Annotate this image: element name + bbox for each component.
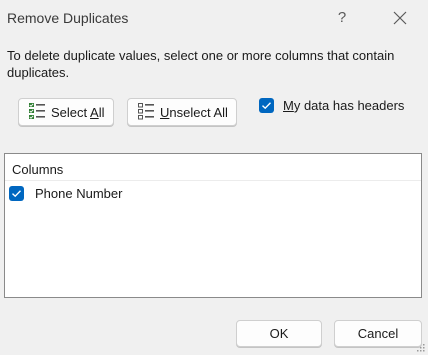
title-bar: Remove Duplicates ? [0, 0, 428, 36]
column-checkbox[interactable] [9, 186, 24, 201]
close-icon [393, 11, 407, 25]
column-label: Phone Number [35, 186, 123, 201]
ok-button[interactable]: OK [236, 320, 322, 347]
my-data-has-headers-checkbox[interactable]: My data has headers [259, 98, 404, 113]
checkmark-icon [12, 190, 21, 198]
list-item[interactable]: Phone Number [9, 186, 122, 201]
cancel-button[interactable]: Cancel [334, 320, 422, 347]
close-button[interactable] [386, 6, 414, 30]
resize-grip-icon[interactable] [416, 343, 426, 353]
unselect-all-icon [137, 102, 155, 123]
help-button[interactable]: ? [328, 6, 356, 30]
unselect-all-button[interactable]: Unselect All [127, 98, 237, 126]
columns-header: Columns [12, 162, 64, 177]
select-all-icon [28, 102, 46, 123]
checkbox-checked[interactable] [259, 98, 274, 113]
divider [5, 180, 421, 181]
instructions-text: To delete duplicate values, select one o… [7, 48, 395, 80]
checkmark-icon [262, 102, 271, 110]
select-all-button[interactable]: Select All [18, 98, 114, 126]
columns-list[interactable]: Columns Phone Number [4, 153, 422, 298]
unselect-all-label: Unselect All [160, 104, 228, 120]
dialog-title: Remove Duplicates [7, 10, 129, 26]
select-all-label: Select All [51, 104, 105, 120]
headers-label: My data has headers [283, 98, 405, 113]
